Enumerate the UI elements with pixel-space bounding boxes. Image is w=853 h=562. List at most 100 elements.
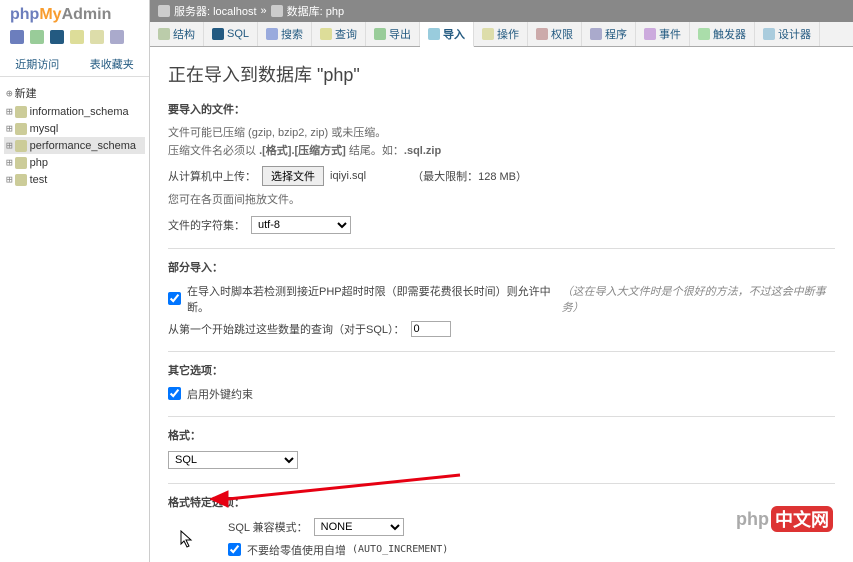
tab-events[interactable]: 事件: [636, 22, 690, 46]
db-icon: [15, 140, 27, 152]
charset-row: 文件的字符集： utf-8: [168, 216, 835, 234]
import-icon: [428, 28, 440, 40]
tab-export[interactable]: 导出: [366, 22, 420, 46]
db-icon: [15, 174, 27, 186]
query-window-icon[interactable]: [50, 30, 64, 44]
sidebar: phpMyAdmin 近期访问 表收藏夹 ⊕ 新建 ⊞ information_…: [0, 0, 150, 562]
format-row: SQL: [168, 451, 835, 469]
tree-label: test: [30, 174, 48, 186]
fk-label: 启用外键约束: [187, 386, 253, 402]
sidebar-toolbar: [0, 26, 149, 48]
triggers-icon: [698, 28, 710, 40]
query-icon: [320, 28, 332, 40]
main: 服务器: localhost » 数据库: php 结构 SQL 搜索 查询 导…: [150, 0, 853, 562]
docs-icon[interactable]: [70, 30, 84, 44]
file-desc: 文件可能已压缩 (gzip, bzip2, zip) 或未压缩。 压缩文件名必须…: [168, 125, 835, 160]
tree-new[interactable]: ⊕ 新建: [4, 83, 145, 103]
expand-icon[interactable]: ⊞: [6, 122, 13, 135]
tab-query[interactable]: 查询: [312, 22, 366, 46]
db-tree: ⊕ 新建 ⊞ information_schema ⊞ mysql ⊞ perf…: [0, 77, 149, 194]
skip-row: 从第一个开始跳过这些数量的查询（对于SQL）：: [168, 321, 835, 337]
chosen-filename: iqiyi.sql: [330, 170, 366, 182]
watermark-php: php: [736, 509, 769, 530]
breadcrumb-sep: »: [261, 5, 267, 17]
compat-label: SQL 兼容模式：: [228, 519, 308, 535]
expand-icon[interactable]: ⊞: [6, 156, 13, 169]
tree-new-label: 新建: [15, 85, 37, 101]
settings-icon[interactable]: [90, 30, 104, 44]
logout-icon[interactable]: [30, 30, 44, 44]
upload-row: 从计算机中上传： 选择文件 iqiyi.sql （最大限制：128 MB）: [168, 166, 835, 186]
partial-check-label: 在导入时脚本若检测到接近PHP超时时限（即需要花费很长时间）则允许中断。: [187, 283, 556, 315]
db-icon: [15, 123, 27, 135]
logo-my: My: [39, 6, 61, 23]
watermark: php中文网: [736, 506, 833, 532]
tab-import[interactable]: 导入: [420, 22, 474, 47]
tab-search[interactable]: 搜索: [258, 22, 312, 46]
operations-icon: [482, 28, 494, 40]
watermark-cn: 中文网: [771, 506, 833, 532]
tab-operations[interactable]: 操作: [474, 22, 528, 46]
home-icon[interactable]: [10, 30, 24, 44]
tree-item-information-schema[interactable]: ⊞ information_schema: [4, 103, 145, 120]
tree-item-performance-schema[interactable]: ⊞ performance_schema: [4, 137, 145, 154]
server-icon: [158, 5, 170, 17]
breadcrumb-server[interactable]: 服务器: localhost: [174, 3, 257, 19]
expand-icon[interactable]: ⊞: [6, 105, 13, 118]
upload-label: 从计算机中上传：: [168, 168, 256, 184]
logo-admin: Admin: [62, 6, 112, 23]
format-select[interactable]: SQL: [168, 451, 298, 469]
fk-row: 启用外键约束: [168, 386, 835, 402]
partial-checkbox[interactable]: [168, 292, 181, 305]
noauto-label: 不要给零值使用自增: [247, 542, 346, 558]
tab-designer[interactable]: 设计器: [755, 22, 820, 46]
max-limit: （最大限制：128 MB）: [412, 168, 527, 184]
routines-icon: [590, 28, 602, 40]
main-tabs: 结构 SQL 搜索 查询 导出 导入 操作 权限 程序 事件 触发器 设计器: [150, 22, 853, 47]
tree-label: performance_schema: [30, 140, 136, 152]
structure-icon: [158, 28, 170, 40]
designer-icon: [763, 28, 775, 40]
noauto-code: (AUTO_INCREMENT): [352, 544, 448, 555]
section-file: 要导入的文件：: [168, 101, 835, 117]
tree-item-php[interactable]: ⊞ php: [4, 154, 145, 171]
noauto-checkbox[interactable]: [228, 543, 241, 556]
skip-input[interactable]: [411, 321, 451, 337]
charset-select[interactable]: utf-8: [251, 216, 351, 234]
breadcrumb-db[interactable]: 数据库: php: [287, 3, 344, 19]
new-icon: ⊕: [6, 87, 13, 100]
tab-sql[interactable]: SQL: [204, 22, 258, 46]
tab-favorites[interactable]: 表收藏夹: [75, 52, 150, 76]
tree-item-test[interactable]: ⊞ test: [4, 171, 145, 188]
partial-note: （这在导入大文件时是个很好的方法，不过这会中断事务）: [562, 283, 835, 315]
tree-item-mysql[interactable]: ⊞ mysql: [4, 120, 145, 137]
noauto-row: 不要给零值使用自增 (AUTO_INCREMENT): [228, 542, 835, 558]
cursor-icon: [180, 530, 196, 550]
sql-icon: [212, 28, 224, 40]
tab-privileges[interactable]: 权限: [528, 22, 582, 46]
tree-label: information_schema: [30, 106, 129, 118]
section-partial: 部分导入：: [168, 248, 835, 275]
tab-triggers[interactable]: 触发器: [690, 22, 755, 46]
charset-label: 文件的字符集：: [168, 217, 245, 233]
choose-file-button[interactable]: 选择文件: [262, 166, 324, 186]
tab-routines[interactable]: 程序: [582, 22, 636, 46]
tab-structure[interactable]: 结构: [150, 22, 204, 46]
expand-icon[interactable]: ⊞: [6, 173, 13, 186]
events-icon: [644, 28, 656, 40]
expand-icon[interactable]: ⊞: [6, 139, 13, 152]
tree-label: php: [30, 157, 48, 169]
fk-checkbox[interactable]: [168, 387, 181, 400]
tab-recent[interactable]: 近期访问: [0, 52, 75, 76]
section-format: 格式：: [168, 416, 835, 443]
export-icon: [374, 28, 386, 40]
logo: phpMyAdmin: [0, 0, 149, 26]
partial-check-row: 在导入时脚本若检测到接近PHP超时时限（即需要花费很长时间）则允许中断。 （这在…: [168, 283, 835, 315]
privileges-icon: [536, 28, 548, 40]
section-format-opts: 格式特定选项：: [168, 483, 835, 510]
reload-icon[interactable]: [110, 30, 124, 44]
section-other: 其它选项：: [168, 351, 835, 378]
search-icon: [266, 28, 278, 40]
compat-select[interactable]: NONE: [314, 518, 404, 536]
skip-label: 从第一个开始跳过这些数量的查询（对于SQL）：: [168, 321, 405, 337]
